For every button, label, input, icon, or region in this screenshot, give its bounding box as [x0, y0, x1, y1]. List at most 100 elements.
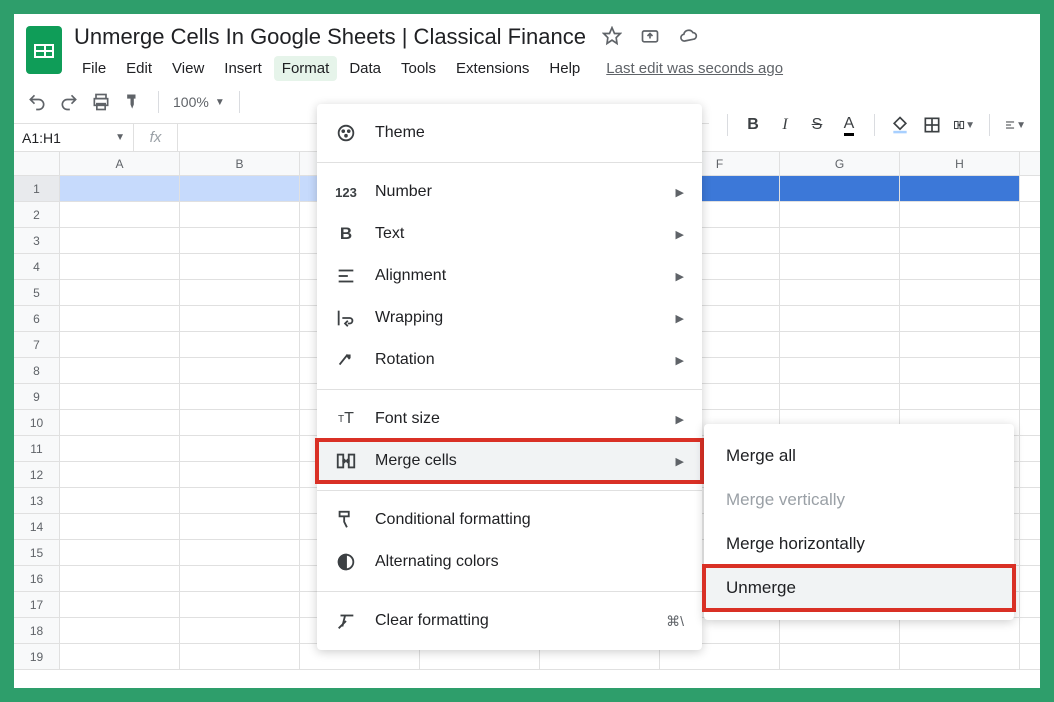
column-header[interactable]: H — [900, 152, 1020, 175]
cell[interactable] — [900, 176, 1020, 201]
cell[interactable] — [780, 280, 900, 305]
cell[interactable] — [780, 202, 900, 227]
name-box[interactable]: A1:H1▼ — [14, 124, 134, 151]
print-button[interactable] — [90, 91, 112, 113]
cell[interactable] — [780, 384, 900, 409]
row-header[interactable]: 15 — [14, 540, 60, 565]
cell[interactable] — [780, 644, 900, 669]
star-icon[interactable] — [602, 26, 622, 49]
cell[interactable] — [780, 332, 900, 357]
row-header[interactable]: 5 — [14, 280, 60, 305]
format-alignment[interactable]: Alignment▶ — [317, 255, 702, 297]
cell[interactable] — [900, 644, 1020, 669]
cell[interactable] — [60, 280, 180, 305]
cell[interactable] — [180, 488, 300, 513]
cell[interactable] — [180, 228, 300, 253]
document-title[interactable]: Unmerge Cells In Google Sheets | Classic… — [74, 22, 586, 52]
format-clear[interactable]: Clear formatting⌘\ — [317, 600, 702, 642]
cell[interactable] — [60, 566, 180, 591]
menu-insert[interactable]: Insert — [216, 56, 270, 81]
cell[interactable] — [900, 254, 1020, 279]
zoom-select[interactable]: 100% ▼ — [173, 94, 225, 110]
row-header[interactable]: 16 — [14, 566, 60, 591]
format-number[interactable]: 123 Number▶ — [317, 171, 702, 213]
cell[interactable] — [60, 254, 180, 279]
cell[interactable] — [60, 540, 180, 565]
format-font-size[interactable]: TT Font size▶ — [317, 398, 702, 440]
format-conditional[interactable]: Conditional formatting — [317, 499, 702, 541]
row-header[interactable]: 7 — [14, 332, 60, 357]
row-header[interactable]: 8 — [14, 358, 60, 383]
move-to-drive-icon[interactable] — [640, 26, 660, 49]
cell[interactable] — [180, 176, 300, 201]
cell[interactable] — [60, 358, 180, 383]
row-header[interactable]: 2 — [14, 202, 60, 227]
cell[interactable] — [900, 306, 1020, 331]
cell[interactable] — [180, 540, 300, 565]
cell[interactable] — [60, 410, 180, 435]
format-text[interactable]: B Text▶ — [317, 213, 702, 255]
cell[interactable] — [60, 176, 180, 201]
menu-tools[interactable]: Tools — [393, 56, 444, 81]
menu-format[interactable]: Format — [274, 56, 338, 81]
cell[interactable] — [180, 618, 300, 643]
cell[interactable] — [900, 280, 1020, 305]
sheets-logo-icon[interactable] — [26, 26, 62, 74]
select-all-corner[interactable] — [14, 152, 60, 175]
merge-all[interactable]: Merge all — [704, 434, 1014, 478]
cell[interactable] — [180, 436, 300, 461]
cell[interactable] — [900, 618, 1020, 643]
column-header[interactable]: B — [180, 152, 300, 175]
menu-file[interactable]: File — [74, 56, 114, 81]
cell[interactable] — [60, 228, 180, 253]
cell[interactable] — [60, 488, 180, 513]
cell[interactable] — [180, 202, 300, 227]
bold-button[interactable]: B — [742, 114, 764, 136]
redo-button[interactable] — [58, 91, 80, 113]
cell[interactable] — [900, 228, 1020, 253]
borders-button[interactable] — [921, 114, 943, 136]
row-header[interactable]: 12 — [14, 462, 60, 487]
format-merge-cells[interactable]: Merge cells▶ — [317, 440, 702, 482]
cell[interactable] — [60, 384, 180, 409]
row-header[interactable]: 19 — [14, 644, 60, 669]
cell[interactable] — [780, 306, 900, 331]
cell[interactable] — [780, 176, 900, 201]
menu-data[interactable]: Data — [341, 56, 389, 81]
cell[interactable] — [60, 644, 180, 669]
cell[interactable] — [180, 254, 300, 279]
cell[interactable] — [900, 384, 1020, 409]
align-button[interactable]: ▼ — [1004, 114, 1026, 136]
cell[interactable] — [780, 228, 900, 253]
format-theme[interactable]: Theme — [317, 112, 702, 154]
text-color-button[interactable]: A — [838, 114, 860, 136]
menu-extensions[interactable]: Extensions — [448, 56, 537, 81]
column-header[interactable]: G — [780, 152, 900, 175]
row-header[interactable]: 14 — [14, 514, 60, 539]
cell[interactable] — [60, 514, 180, 539]
column-header[interactable]: A — [60, 152, 180, 175]
row-header[interactable]: 1 — [14, 176, 60, 201]
cell[interactable] — [780, 254, 900, 279]
cell[interactable] — [180, 410, 300, 435]
cell[interactable] — [60, 462, 180, 487]
row-header[interactable]: 18 — [14, 618, 60, 643]
cell[interactable] — [60, 618, 180, 643]
paint-format-button[interactable] — [122, 91, 144, 113]
cell[interactable] — [900, 202, 1020, 227]
row-header[interactable]: 10 — [14, 410, 60, 435]
cell[interactable] — [60, 436, 180, 461]
last-edit-link[interactable]: Last edit was seconds ago — [606, 60, 783, 77]
format-rotation[interactable]: Rotation▶ — [317, 339, 702, 381]
row-header[interactable]: 3 — [14, 228, 60, 253]
strikethrough-button[interactable]: S — [806, 114, 828, 136]
menu-help[interactable]: Help — [541, 56, 588, 81]
format-wrapping[interactable]: Wrapping▶ — [317, 297, 702, 339]
format-alternating[interactable]: Alternating colors — [317, 541, 702, 583]
cell[interactable] — [60, 306, 180, 331]
row-header[interactable]: 6 — [14, 306, 60, 331]
cloud-status-icon[interactable] — [678, 26, 698, 49]
undo-button[interactable] — [26, 91, 48, 113]
row-header[interactable]: 11 — [14, 436, 60, 461]
cell[interactable] — [900, 332, 1020, 357]
